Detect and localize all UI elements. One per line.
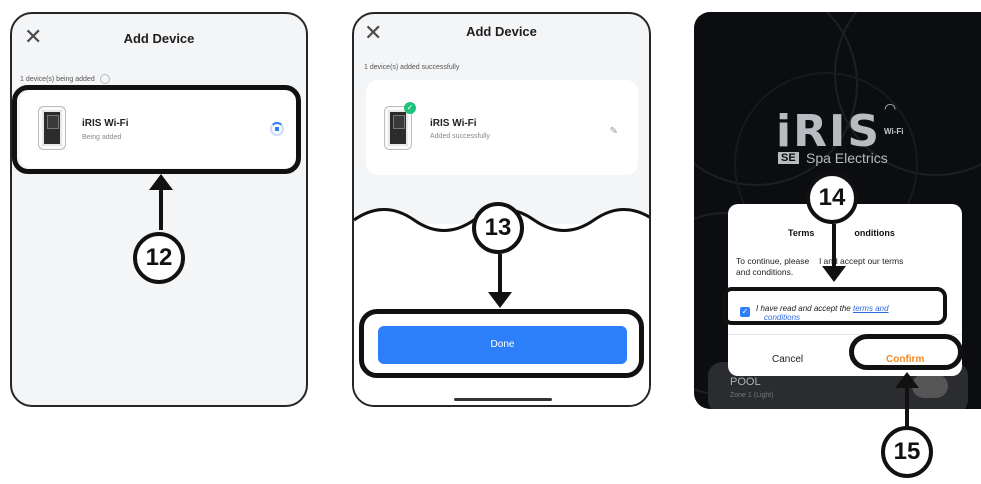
done-button-highlight xyxy=(359,309,644,378)
wifi-icon: ◠ xyxy=(884,100,897,116)
loading-spinner-icon xyxy=(99,74,110,84)
device-status: Added successfully xyxy=(430,133,490,140)
step-badge: 14 xyxy=(806,172,858,224)
adding-status-text: 1 device(s) being added xyxy=(20,74,110,84)
zone-subtitle: Zone 1 (Light) xyxy=(730,392,774,399)
device-name: iRIS Wi-Fi xyxy=(430,118,477,129)
step-badge: 13 xyxy=(472,202,524,254)
page-title: Add Device xyxy=(466,24,537,39)
arrow-up-icon xyxy=(895,372,919,428)
page-title: Add Device xyxy=(123,31,195,46)
arrow-down-icon xyxy=(822,224,846,282)
home-indicator xyxy=(454,398,552,401)
brand-text: Spa Electrics xyxy=(806,150,888,166)
brand-mark: SE xyxy=(778,152,799,164)
zone-title: POOL xyxy=(730,376,761,388)
arrow-down-icon xyxy=(488,254,512,308)
edit-pencil-icon[interactable]: ✎ xyxy=(610,126,618,137)
accept-row-highlight xyxy=(722,287,947,325)
wifi-label: Wi-Fi xyxy=(884,127,904,136)
step-badge: 12 xyxy=(133,232,185,284)
added-status-text: 1 device(s) added successfully xyxy=(364,64,460,71)
success-check-icon: ✓ xyxy=(404,102,416,114)
confirm-button-highlight xyxy=(849,334,963,370)
cancel-button[interactable]: Cancel xyxy=(772,354,803,365)
device-card-highlight xyxy=(12,85,301,174)
step-badge: 15 xyxy=(881,426,933,478)
device-card[interactable]: ✓ iRIS Wi-Fi Added successfully ✎ xyxy=(366,80,638,175)
arrow-up-icon xyxy=(149,174,173,230)
device-image xyxy=(388,110,408,146)
